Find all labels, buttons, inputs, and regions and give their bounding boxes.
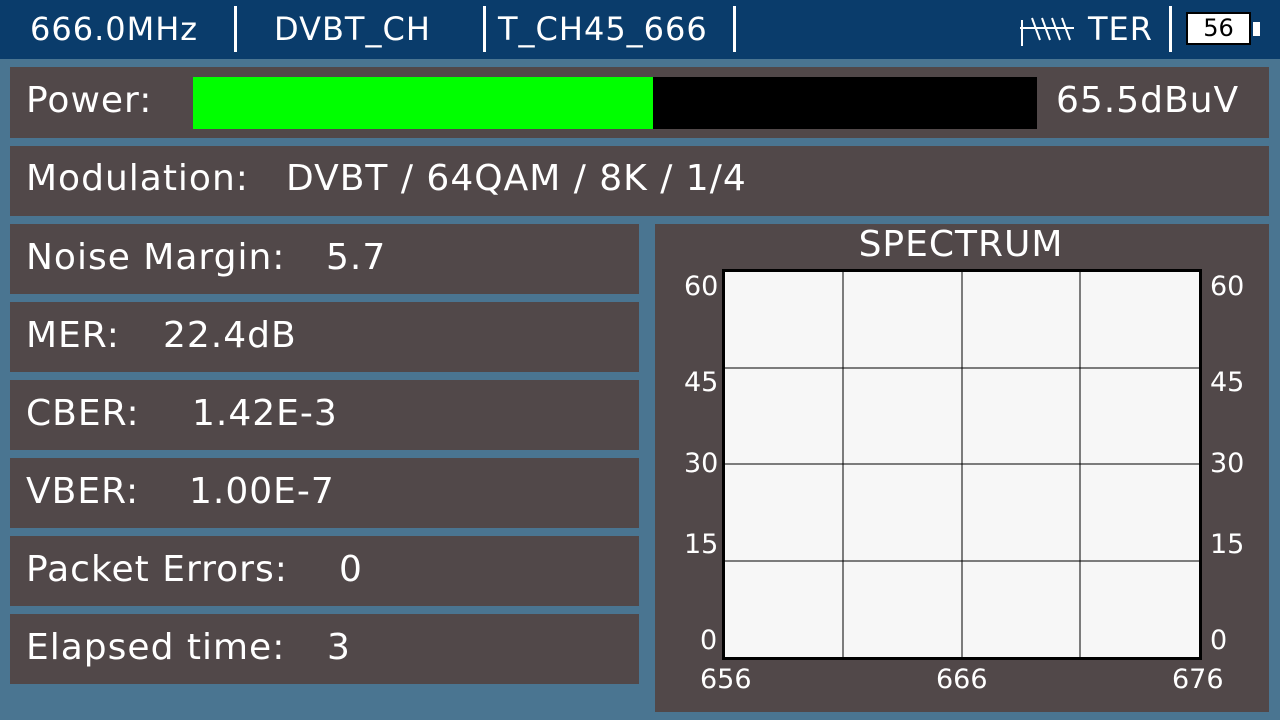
packet-errors-label: Packet Errors:	[26, 549, 288, 590]
separator	[483, 6, 486, 52]
separator	[1169, 6, 1172, 52]
y-tick-left: 60	[684, 271, 719, 302]
y-tick-left: 0	[700, 625, 718, 656]
modulation-panel: Modulation: DVBT / 64QAM / 8K / 1/4	[10, 146, 1269, 216]
frequency-readout[interactable]: 666.0MHz	[30, 9, 198, 49]
channel-readout[interactable]: T_CH45_666	[498, 9, 708, 49]
battery-level: 56	[1203, 14, 1234, 42]
modulation-value: DVBT / 64QAM / 8K / 1/4	[286, 158, 747, 199]
spectrum-plot[interactable]	[722, 269, 1202, 660]
x-tick: 676	[1172, 664, 1224, 695]
spectrum-grid	[725, 272, 1199, 657]
y-tick-right: 30	[1210, 448, 1245, 479]
power-value: 65.5dBuV	[1056, 80, 1240, 121]
standard-readout[interactable]: DVBT_CH	[274, 9, 431, 49]
y-tick-left: 30	[684, 448, 719, 479]
mer-label: MER:	[26, 315, 120, 356]
vber-label: VBER:	[26, 471, 140, 512]
separator	[733, 6, 736, 52]
vber-panel: VBER: 1.00E-7	[10, 458, 639, 528]
noise-margin-value: 5.7	[326, 237, 387, 278]
y-tick-left: 45	[684, 367, 719, 398]
cber-label: CBER:	[26, 393, 140, 434]
band-label[interactable]: TER	[1088, 9, 1153, 49]
mer-value: 22.4dB	[163, 315, 297, 356]
power-meter-fill	[193, 77, 653, 129]
noise-margin-panel: Noise Margin: 5.7	[10, 224, 639, 294]
battery-tip	[1253, 22, 1260, 36]
cber-panel: CBER: 1.42E-3	[10, 380, 639, 450]
noise-margin-label: Noise Margin:	[26, 237, 286, 278]
power-label: Power:	[26, 80, 153, 121]
modulation-label: Modulation:	[26, 158, 249, 199]
packet-errors-panel: Packet Errors: 0	[10, 536, 639, 606]
elapsed-time-panel: Elapsed time: 3	[10, 614, 639, 684]
mer-panel: MER: 22.4dB	[10, 302, 639, 372]
status-bar: 666.0MHz DVBT_CH T_CH45_666 TER 56	[0, 0, 1280, 59]
packet-errors-value: 0	[339, 549, 363, 590]
spectrum-title: SPECTRUM	[858, 224, 1064, 265]
antenna-icon	[1020, 17, 1074, 46]
x-tick: 666	[936, 664, 988, 695]
separator	[234, 6, 237, 52]
y-tick-right: 15	[1210, 529, 1245, 560]
battery-icon: 56	[1186, 12, 1251, 45]
elapsed-time-value: 3	[327, 627, 351, 668]
y-tick-left: 15	[684, 529, 719, 560]
y-tick-right: 0	[1210, 625, 1228, 656]
y-tick-right: 45	[1210, 367, 1245, 398]
elapsed-time-label: Elapsed time:	[26, 627, 286, 668]
cber-value: 1.42E-3	[192, 393, 338, 434]
power-meter	[193, 77, 1037, 129]
x-tick: 656	[700, 664, 752, 695]
y-tick-right: 60	[1210, 271, 1245, 302]
vber-value: 1.00E-7	[189, 471, 335, 512]
